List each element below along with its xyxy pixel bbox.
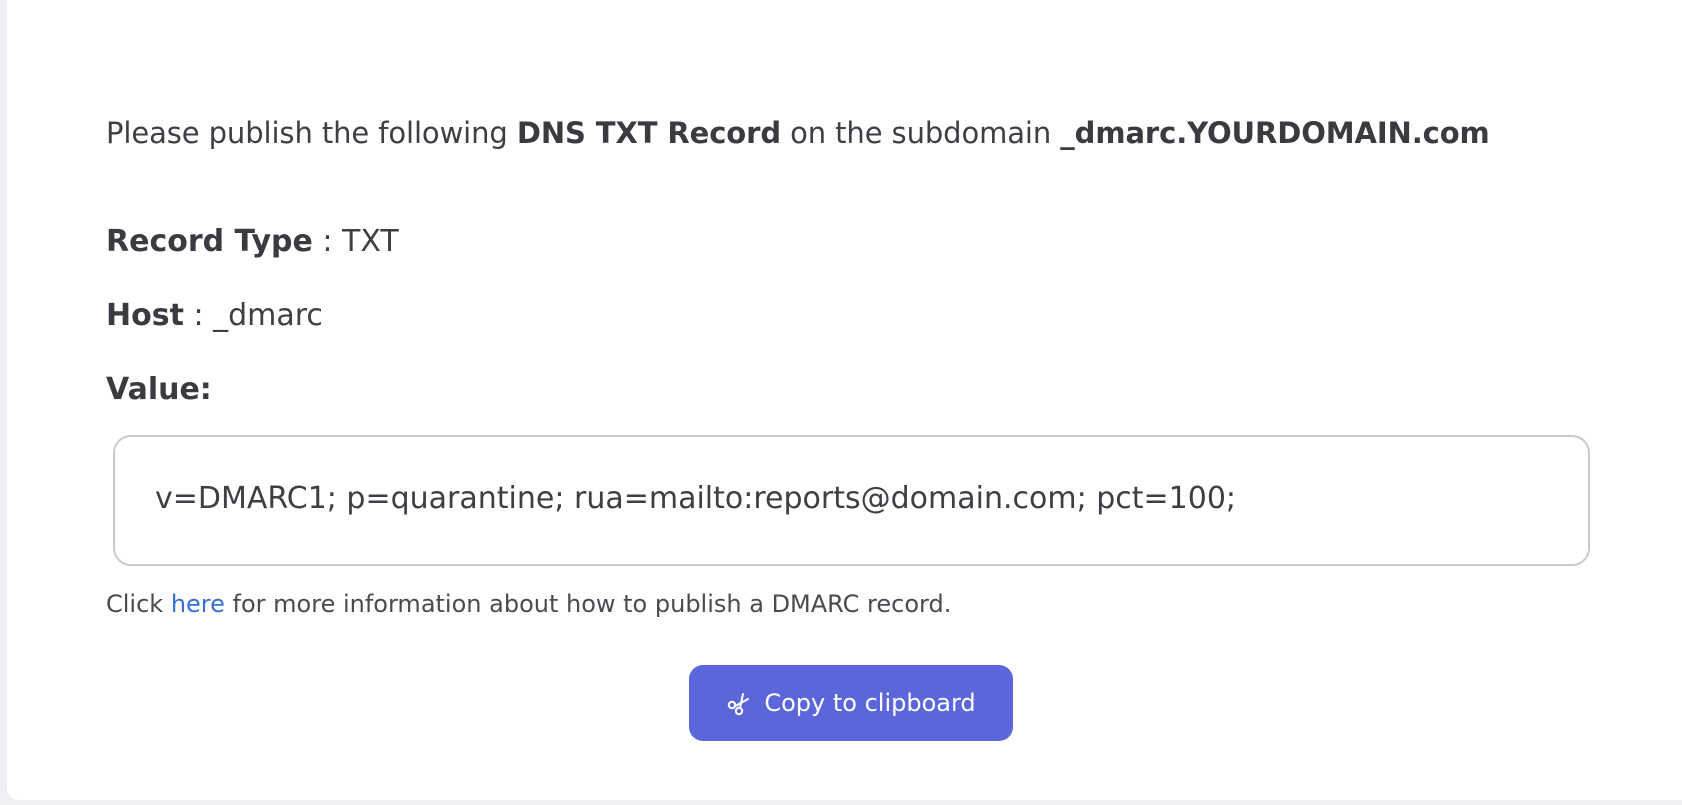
dmarc-record-card: Please publish the following DNS TXT Rec…: [7, 0, 1682, 800]
host-row: Host : _dmarc: [106, 298, 323, 333]
host-value: _dmarc: [213, 298, 323, 333]
host-label: Host: [106, 298, 184, 333]
scissors-icon: [726, 690, 752, 716]
help-link[interactable]: here: [171, 590, 225, 618]
record-type-label: Record Type: [106, 224, 313, 259]
value-label: Value:: [106, 372, 212, 407]
record-type-separator: :: [312, 224, 343, 259]
record-type-row: Record Type : TXT: [106, 224, 399, 259]
instructions-text: Please publish the following DNS TXT Rec…: [106, 116, 1490, 150]
help-text: Click here for more information about ho…: [106, 590, 951, 618]
record-type-value: TXT: [342, 224, 399, 259]
subdomain-name: _dmarc.YOURDOMAIN.com: [1060, 116, 1490, 150]
help-suffix: for more information about how to publis…: [224, 590, 952, 618]
record-kind: DNS TXT Record: [516, 116, 781, 150]
copy-to-clipboard-button[interactable]: Copy to clipboard: [689, 665, 1013, 741]
help-prefix: Click: [106, 590, 171, 618]
host-separator: :: [183, 298, 214, 333]
instructions-prefix: Please publish the following: [106, 116, 517, 150]
record-value-text[interactable]: v=DMARC1; p=quarantine; rua=mailto:repor…: [155, 481, 1236, 516]
instructions-middle: on the subdomain: [780, 116, 1061, 150]
record-value-box[interactable]: v=DMARC1; p=quarantine; rua=mailto:repor…: [113, 435, 1590, 566]
copy-button-label: Copy to clipboard: [764, 689, 976, 717]
